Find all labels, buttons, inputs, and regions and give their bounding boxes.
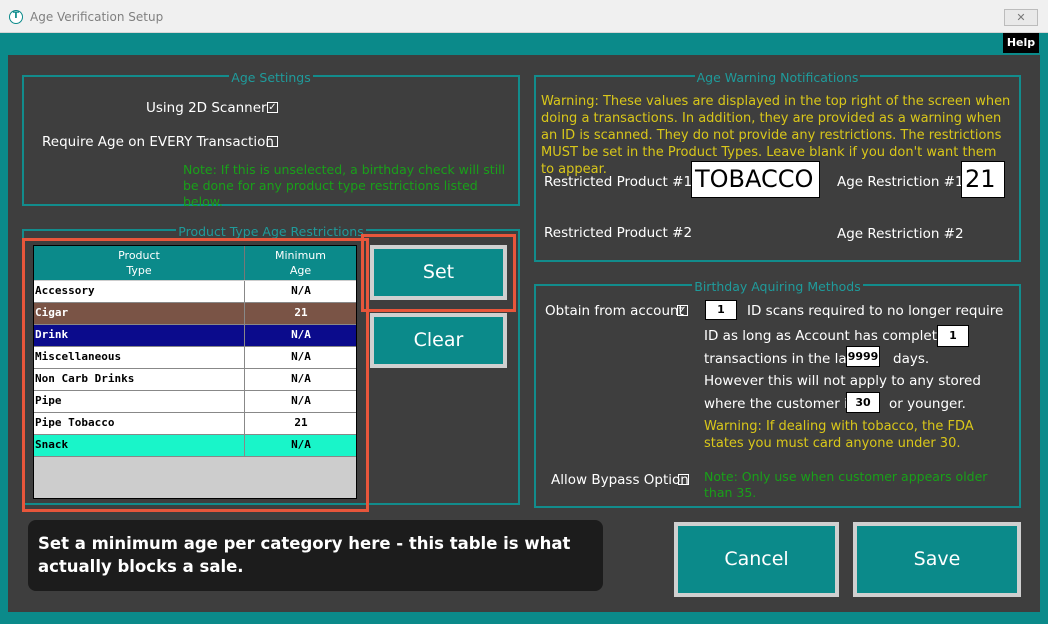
allow-bypass-checkbox[interactable] — [678, 474, 689, 485]
age-settings-legend: Age Settings — [229, 70, 313, 85]
product-restrictions-legend: Product Type Age Restrictions — [176, 224, 366, 239]
transactions-last-text: transactions in the last — [704, 351, 859, 367]
bypass-note: Note: Only use when customer appears old… — [704, 469, 988, 500]
app-logo-icon: T — [9, 10, 23, 24]
age-settings-note: Note: If this is unselected, a birthday … — [183, 162, 506, 209]
using-2d-scanner-label: Using 2D Scanner — [146, 100, 267, 116]
allow-bypass-label: Allow Bypass Option — [551, 472, 689, 488]
restricted-product-2-label: Restricted Product #2 — [544, 225, 693, 241]
birthday-methods-legend: Birthday Aquiring Methods — [692, 279, 863, 294]
id-scans-text: ID scans required to no longer require — [747, 303, 1004, 319]
restricted-product-1-input[interactable]: TOBACCO — [691, 161, 820, 198]
age-verification-window: T Age Verification Setup ✕ Help Age Sett… — [0, 0, 1048, 624]
age-input[interactable]: 30 — [846, 392, 880, 413]
set-button[interactable]: Set — [370, 245, 507, 300]
guidance-tooltip: Set a minimum age per category here - th… — [28, 520, 603, 591]
younger-text: or younger. — [889, 396, 966, 412]
table-highlight-outline — [22, 238, 369, 512]
title-bar: T Age Verification Setup ✕ — [0, 0, 1048, 33]
days-input[interactable]: 9999 — [846, 346, 880, 367]
require-age-checkbox[interactable] — [267, 136, 278, 147]
require-age-label: Require Age on EVERY Transaction — [42, 134, 274, 150]
obtain-from-account-checkbox[interactable]: ✓ — [677, 305, 688, 316]
warning-notifications-legend: Age Warning Notifications — [694, 70, 861, 85]
age-restriction-1-label: Age Restriction #1 — [837, 174, 964, 190]
clear-button[interactable]: Clear — [370, 313, 507, 368]
cancel-button[interactable]: Cancel — [674, 522, 839, 597]
id-scans-input[interactable]: 1 — [705, 300, 737, 320]
days-text: days. — [893, 351, 930, 367]
restricted-product-1-label: Restricted Product #1 — [544, 174, 693, 190]
age-restriction-2-label: Age Restriction #2 — [837, 226, 964, 242]
help-button[interactable]: Help — [1003, 33, 1039, 53]
using-2d-scanner-checkbox[interactable]: ✓ — [267, 102, 278, 113]
customer-is-text: where the customer is — [704, 396, 855, 412]
window-title: Age Verification Setup — [30, 10, 164, 24]
age-restriction-1-input[interactable]: 21 — [961, 161, 1005, 198]
close-button[interactable]: ✕ — [1004, 9, 1038, 26]
transactions-input[interactable]: 1 — [937, 325, 969, 347]
stored-text: However this will not apply to any store… — [704, 373, 981, 389]
help-bar: Help — [0, 33, 1048, 53]
id-account-text: ID as long as Account has completed — [704, 328, 954, 344]
obtain-from-account-label: Obtain from account — [545, 303, 684, 319]
fda-warning: Warning: If dealing with tobacco, the FD… — [704, 419, 974, 451]
save-button[interactable]: Save — [853, 522, 1021, 597]
